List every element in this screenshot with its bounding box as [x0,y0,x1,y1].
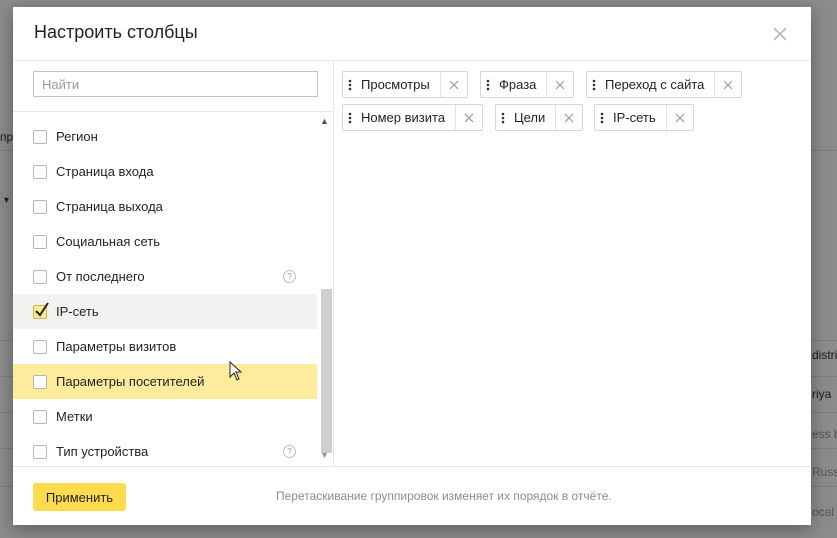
chip-label: Номер визита [361,110,446,125]
list-item-label: Параметры визитов [56,339,177,354]
list-item[interactable]: Метки [13,399,317,434]
list-item[interactable]: Социальная сеть [13,224,317,259]
remove-icon[interactable] [456,105,482,130]
column-chip[interactable]: Переход с сайта [586,71,743,98]
list-item[interactable]: От последнего ? [13,259,317,294]
drag-handle-icon[interactable] [483,72,493,97]
drag-handle-icon[interactable] [498,105,508,130]
drag-handle-icon[interactable] [589,72,599,97]
list-item[interactable]: Страница выхода [13,189,317,224]
column-chip[interactable]: IP-сеть [594,104,694,131]
list-item-label: От последнего [56,269,145,284]
drag-handle-icon[interactable] [345,72,355,97]
close-icon [773,27,787,41]
list-item[interactable]: Регион [13,119,317,154]
list-item-hovered[interactable]: Параметры посетителей [13,364,317,399]
checkbox[interactable] [33,269,47,284]
checkbox[interactable] [33,234,47,249]
list-item[interactable]: Тип устройства ? [13,434,317,463]
remove-icon[interactable] [547,72,573,97]
footer-divider [13,466,811,467]
dimension-list: Регион Страница входа Страница выхода Со… [13,113,317,463]
apply-button[interactable]: Применить [33,483,126,511]
pane-divider [333,61,334,466]
column-chip[interactable]: Просмотры [342,71,468,98]
list-item-label: Страница выхода [56,199,163,214]
list-item-label: Тип устройства [56,444,149,459]
list-item-selected[interactable]: IP-сеть [13,294,317,329]
chip-label: Фраза [499,77,537,92]
header-divider [13,60,811,61]
columns-settings-dialog: Настроить столбцы Регион Страница входа … [13,7,811,525]
list-item-label: IP-сеть [56,304,99,319]
list-item-label: Регион [56,129,98,144]
scrollbar-thumb[interactable] [321,289,332,453]
checkbox[interactable] [33,374,47,389]
close-button[interactable] [769,23,791,45]
chip-label: Просмотры [361,77,430,92]
checkmark-icon [35,301,49,317]
checkbox[interactable] [33,444,47,459]
list-item[interactable]: Страница входа [13,154,317,189]
remove-icon[interactable] [441,72,467,97]
column-chip[interactable]: Номер визита [342,104,484,131]
help-icon[interactable]: ? [283,270,296,283]
checkbox-checked[interactable] [33,301,49,319]
chip-label: Переход с сайта [605,77,705,92]
scroll-down-icon[interactable]: ▼ [317,449,332,461]
mouse-cursor-icon [229,361,243,381]
list-scrollbar[interactable]: ▲ ▼ [317,113,332,463]
column-chip[interactable]: Фраза [480,71,575,98]
dialog-title: Настроить столбцы [34,22,198,42]
checkbox[interactable] [33,409,47,424]
checkbox[interactable] [33,129,47,144]
help-icon[interactable]: ? [283,445,296,458]
scroll-up-icon[interactable]: ▲ [317,115,332,127]
drag-handle-icon[interactable] [597,105,607,130]
list-item[interactable]: Параметры визитов [13,329,317,364]
remove-icon[interactable] [715,72,741,97]
checkbox[interactable] [33,164,47,179]
list-item-label: Параметры посетителей [56,374,205,389]
column-chip[interactable]: Цели [495,104,584,131]
list-item-label: Страница входа [56,164,154,179]
checkbox[interactable] [33,199,47,214]
list-item-label: Метки [56,409,93,424]
remove-icon[interactable] [667,105,693,130]
chip-label: IP-сеть [613,110,656,125]
drag-handle-icon[interactable] [345,105,355,130]
checkbox[interactable] [33,339,47,354]
search-input[interactable] [33,71,318,97]
footer-hint: Перетаскивание группировок изменяет их п… [276,489,612,503]
chip-label: Цели [514,110,546,125]
list-item-label: Социальная сеть [56,234,160,249]
search-divider [13,111,333,112]
remove-icon[interactable] [556,105,582,130]
